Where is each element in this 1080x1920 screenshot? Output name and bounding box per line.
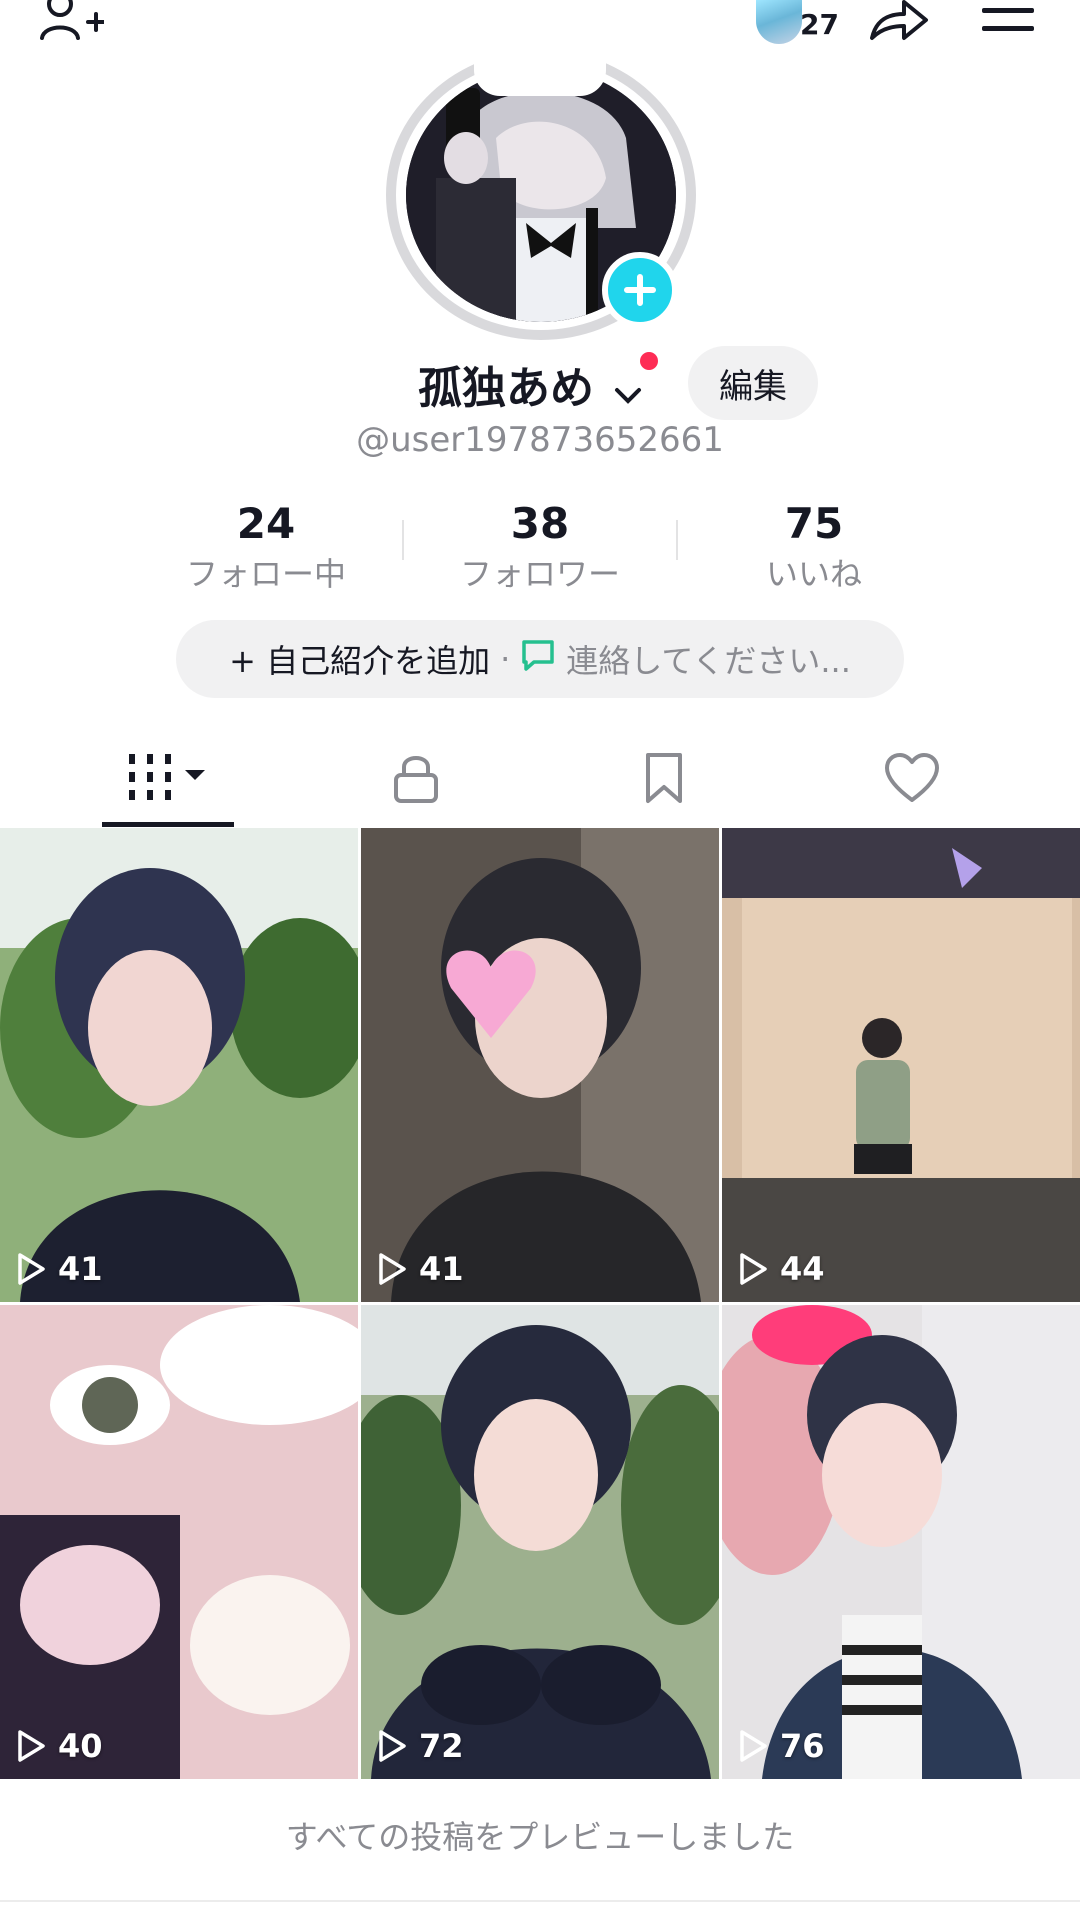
view-count: 44 [738, 1250, 825, 1288]
video-thumbnail[interactable]: 40 [0, 1305, 358, 1779]
divider [0, 1900, 1080, 1902]
stat-label: フォロワー [459, 555, 620, 593]
stat-label: いいね [765, 555, 862, 593]
stat-label: フォロー中 [185, 555, 346, 593]
tab-liked[interactable] [842, 738, 982, 818]
story-avatar[interactable] [756, 0, 802, 44]
bookmark-icon [646, 753, 682, 803]
all-posts-previewed-text: すべての投稿をプレビューしました [285, 1818, 795, 1856]
grid-icon [129, 754, 205, 800]
view-count: 76 [738, 1727, 825, 1765]
stat-value: 75 [784, 499, 844, 548]
share-icon[interactable] [866, 0, 930, 48]
divider [676, 520, 678, 560]
view-count-text: 44 [780, 1250, 825, 1288]
stat-value: 24 [236, 499, 296, 548]
tab-active-indicator [102, 822, 234, 827]
play-icon [740, 1253, 767, 1285]
play-icon [379, 1253, 406, 1285]
display-name-text: 孤独あめ [418, 363, 594, 414]
heart-icon [885, 753, 939, 802]
tab-favorites[interactable] [594, 738, 734, 818]
view-count: 41 [377, 1250, 464, 1288]
stat-likes[interactable]: 75 いいね [714, 498, 914, 596]
play-icon [379, 1730, 406, 1762]
video-thumbnail[interactable]: 72 [361, 1305, 719, 1779]
play-icon [740, 1730, 767, 1762]
bio-chip[interactable]: + 自己紹介を追加 · 連絡してください... [176, 620, 904, 698]
add-friend-icon[interactable] [38, 0, 106, 48]
lock-icon [394, 756, 438, 803]
add-bio-label[interactable]: + 自己紹介を追加 [229, 636, 490, 682]
tab-private[interactable] [346, 738, 486, 818]
video-thumbnail[interactable]: 41 [361, 828, 719, 1302]
video-thumbnail[interactable]: 76 [722, 1305, 1080, 1779]
display-name[interactable]: 孤独あめ [418, 352, 643, 417]
stat-value: 38 [510, 499, 570, 548]
menu-icon[interactable] [980, 4, 1036, 38]
video-thumbnail[interactable]: 41 [0, 828, 358, 1302]
add-photo-button[interactable] [602, 252, 678, 328]
view-count-text: 76 [780, 1727, 825, 1765]
play-icon [18, 1253, 45, 1285]
message-icon [520, 638, 556, 680]
view-count: 72 [377, 1727, 464, 1765]
edit-profile-button[interactable]: 編集 [688, 346, 818, 420]
notification-dot [640, 352, 658, 370]
story-count: 27 [800, 8, 839, 41]
view-count: 41 [16, 1250, 103, 1288]
stat-following[interactable]: 24 フォロー中 [166, 498, 366, 596]
video-thumbnail[interactable]: 44 [722, 828, 1080, 1302]
avatar-notch [474, 0, 606, 96]
divider [402, 520, 404, 560]
contact-label[interactable]: 連絡してください... [566, 636, 851, 682]
chevron-down-icon[interactable] [613, 366, 643, 417]
view-count: 40 [16, 1727, 103, 1765]
stat-followers[interactable]: 38 フォロワー [440, 498, 640, 596]
view-count-text: 72 [419, 1727, 464, 1765]
tab-videos[interactable] [98, 738, 238, 818]
separator: · [500, 640, 511, 678]
view-count-text: 40 [58, 1727, 103, 1765]
username-handle: @user197873652661 [356, 420, 724, 460]
view-count-text: 41 [58, 1250, 103, 1288]
view-count-text: 41 [419, 1250, 464, 1288]
play-icon [18, 1730, 45, 1762]
